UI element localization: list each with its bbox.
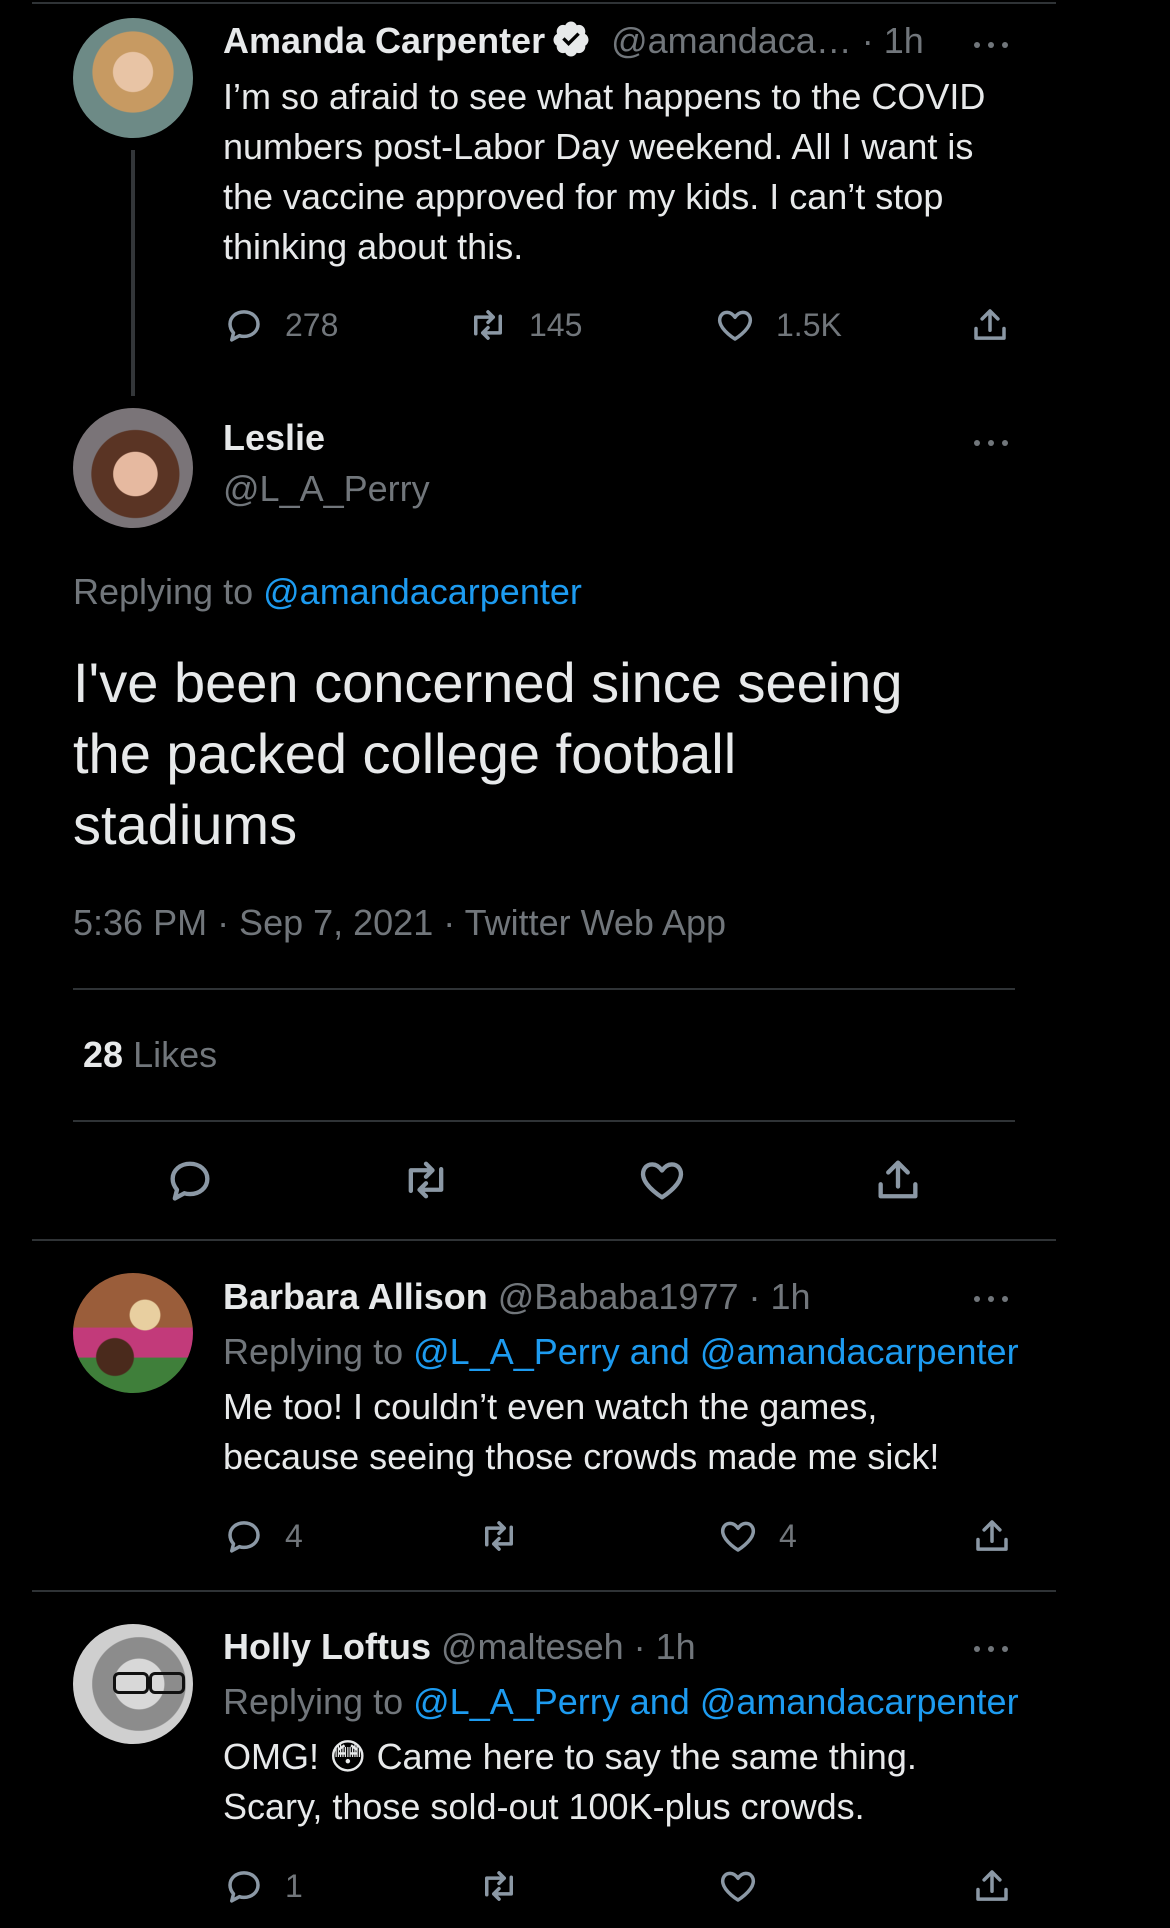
reply1-divider	[32, 1590, 1056, 1592]
tweet1-like-button[interactable]: 1.5K	[714, 304, 842, 346]
like-icon	[640, 1162, 684, 1200]
retweet-icon	[474, 310, 502, 340]
main-replying-to: Replying to @amandacarpenter	[73, 567, 582, 617]
reply-icon	[228, 1871, 260, 1903]
main-likes-count: 28	[83, 1034, 124, 1075]
main-author-name[interactable]: Leslie	[223, 413, 325, 463]
tweet1-text: I’m so afraid to see what happens to the…	[223, 76, 986, 267]
reply1-author-name[interactable]: Barbara Allison	[223, 1276, 488, 1317]
share-icon	[878, 1160, 918, 1199]
reply2-reply-button[interactable]: 1	[223, 1865, 303, 1907]
avatar-amanda[interactable]	[73, 18, 193, 138]
tweet1-retweet-count: 145	[529, 306, 583, 343]
flushed-face-emoji-icon: 😳	[329, 1736, 367, 1777]
reply2-author-name[interactable]: Holly Loftus	[223, 1626, 431, 1667]
avatar-barbara[interactable]	[73, 1273, 193, 1393]
tweet1-time[interactable]: · 1h	[862, 20, 924, 61]
reply2-more-icon[interactable]	[974, 1638, 1014, 1658]
reply2-like-button[interactable]	[717, 1865, 759, 1907]
reply1-replying-mentions[interactable]: @L_A_Perry and @amandacarpenter	[413, 1331, 1018, 1372]
reply-icon	[228, 310, 260, 342]
reply2-replying-label: Replying to	[223, 1681, 404, 1722]
reply2-text: OMG! 😳 Came here to say the same thing. …	[223, 1732, 1023, 1832]
main-author-handle[interactable]: @L_A_Perry	[223, 464, 430, 514]
main-tweet-text: I've been concerned since seeing the pac…	[73, 651, 903, 856]
like-icon	[720, 1521, 756, 1552]
main-share-button[interactable]	[872, 1154, 924, 1206]
reply2-reply-count: 1	[285, 1867, 303, 1904]
main-bottom-divider	[32, 1239, 1056, 1241]
reply1-retweet-button[interactable]	[478, 1515, 520, 1557]
main-divider-1	[73, 988, 1015, 990]
tweet1-share-button[interactable]	[969, 304, 1011, 346]
reply2-header: Holly Loftus @malteseh · 1h	[223, 1622, 696, 1672]
main-replying-mention[interactable]: @amandacarpenter	[263, 571, 582, 612]
tweet1-reply-count: 278	[285, 306, 339, 343]
main-more-icon[interactable]	[974, 432, 1014, 452]
reply1-share-button[interactable]	[971, 1515, 1013, 1557]
reply2-share-button[interactable]	[971, 1865, 1013, 1907]
reply1-text: Me too! I couldn’t even watch the games,…	[223, 1386, 940, 1477]
avatar-leslie[interactable]	[73, 408, 193, 528]
main-likes[interactable]: 28 Likes	[83, 1030, 217, 1080]
avatar-holly[interactable]	[73, 1624, 193, 1744]
retweet-icon	[408, 1161, 444, 1199]
reply2-retweet-button[interactable]	[478, 1865, 520, 1907]
reply2-replying-mentions[interactable]: @L_A_Perry and @amandacarpenter	[413, 1681, 1018, 1722]
main-timestamp[interactable]: 5:36 PM · Sep 7, 2021 · Twitter Web App	[73, 898, 726, 948]
reply2-text-before: OMG!	[223, 1736, 319, 1777]
reply1-replying-label: Replying to	[223, 1331, 404, 1372]
share-icon	[976, 1520, 1008, 1551]
reply2-time[interactable]: · 1h	[634, 1626, 696, 1667]
main-retweet-button[interactable]	[400, 1154, 452, 1206]
like-icon	[717, 310, 753, 341]
top-divider	[32, 2, 1056, 4]
main-like-button[interactable]	[636, 1154, 688, 1206]
like-icon	[720, 1871, 756, 1902]
main-reply-button[interactable]	[164, 1154, 216, 1206]
reply1-handle[interactable]: @Bababa1977	[498, 1276, 739, 1317]
reply2-handle[interactable]: @malteseh	[441, 1626, 624, 1667]
reply1-reply-count: 4	[285, 1517, 303, 1554]
verified-badge-icon	[553, 21, 589, 57]
reply2-text-after: Came here to say the same thing. Scary, …	[223, 1736, 917, 1827]
tweet1-like-count: 1.5K	[776, 306, 842, 343]
retweet-icon	[485, 1871, 513, 1901]
reply1-like-count: 4	[779, 1517, 797, 1554]
share-icon	[976, 1870, 1008, 1901]
share-icon	[974, 309, 1006, 340]
reply1-reply-button[interactable]: 4	[223, 1515, 303, 1557]
tweet1-reply-button[interactable]: 278	[223, 304, 338, 346]
reply-icon	[228, 1521, 260, 1553]
tweet1-more-icon[interactable]	[974, 34, 1014, 54]
retweet-icon	[485, 1521, 513, 1551]
reply2-replying-to: Replying to @L_A_Perry and @amandacarpen…	[223, 1677, 1019, 1727]
reply1-replying-to: Replying to @L_A_Perry and @amandacarpen…	[223, 1327, 1019, 1377]
tweet1-header: Amanda Carpenter @amandaca… · 1h	[223, 16, 924, 66]
thread-line	[131, 150, 135, 396]
reply1-more-icon[interactable]	[974, 1288, 1014, 1308]
reply1-header: Barbara Allison @Bababa1977 · 1h	[223, 1272, 811, 1322]
main-likes-label: Likes	[133, 1034, 218, 1075]
tweet1-author-name[interactable]: Amanda Carpenter	[223, 20, 545, 61]
main-replying-label: Replying to	[73, 571, 254, 612]
main-divider-2	[73, 1120, 1015, 1122]
reply1-like-button[interactable]: 4	[717, 1515, 797, 1557]
reply-icon	[170, 1161, 210, 1201]
tweet1-retweet-button[interactable]: 145	[467, 304, 582, 346]
tweet1-handle[interactable]: @amandaca…	[611, 20, 852, 61]
reply1-time[interactable]: · 1h	[749, 1276, 811, 1317]
